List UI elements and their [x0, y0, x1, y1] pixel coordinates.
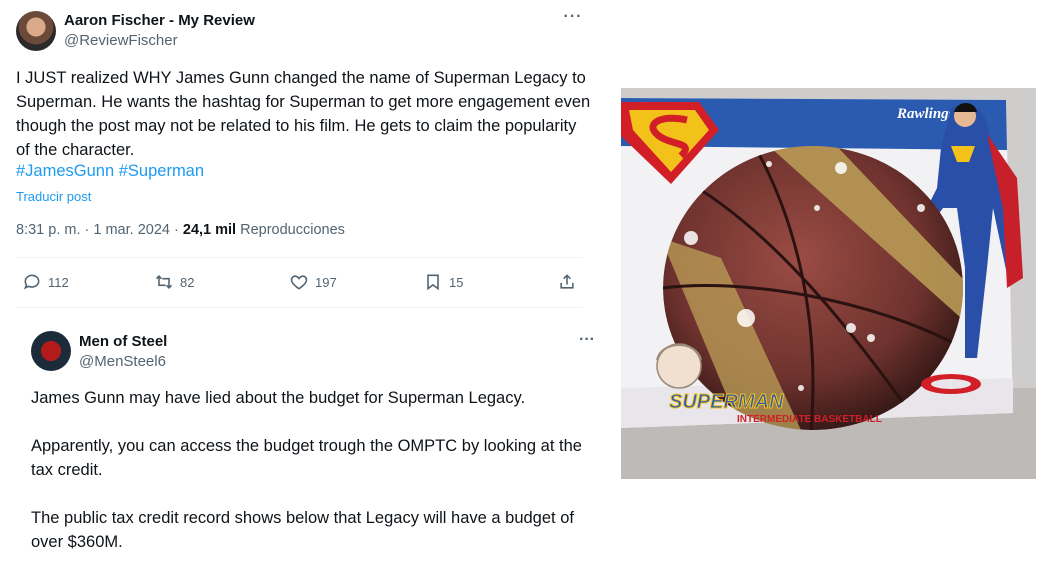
reply-author-handle[interactable]: @MenSteel6	[79, 353, 166, 370]
heart-icon	[290, 275, 308, 290]
author-name[interactable]: Aaron Fischer - My Review	[64, 12, 255, 29]
bookmark-icon	[427, 274, 439, 291]
reply-author-name[interactable]: Men of Steel	[79, 333, 167, 350]
tweet-photo[interactable]: Rawlings SUPERMAN INTERMEDIATE BASKETBAL…	[621, 88, 1036, 479]
like-button[interactable]: 197	[289, 268, 337, 296]
hashtag-link[interactable]: #Superman	[119, 162, 204, 180]
author-avatar[interactable]	[16, 11, 56, 51]
author-handle[interactable]: @ReviewFischer	[64, 32, 178, 49]
reply-author-avatar[interactable]	[31, 331, 71, 371]
views-count: 24,1 mil	[182, 222, 237, 238]
bookmark-count: 15	[449, 274, 464, 290]
meta-separator: ·	[84, 222, 90, 238]
views-label: Reproducciones	[240, 222, 345, 238]
translate-post-link[interactable]: Traducir post	[16, 189, 91, 204]
retweet-button[interactable]: 82	[154, 268, 194, 296]
brand-logo-text: Rawlings	[896, 106, 955, 122]
box-title-text: SUPERMAN	[669, 391, 784, 413]
tweet-metadata: 8:31 p. m. · 1 mar. 2024 · 24,1 mil Repr…	[16, 222, 345, 238]
kid-illustration	[656, 343, 702, 389]
divider	[16, 307, 583, 308]
share-button[interactable]	[557, 268, 577, 296]
basketball-box-image: Rawlings SUPERMAN INTERMEDIATE BASKETBAL…	[621, 88, 1036, 479]
retweet-count: 82	[180, 274, 195, 290]
share-icon	[560, 274, 574, 289]
bookmark-button[interactable]: 15	[423, 268, 463, 296]
tweet-hashtags: #JamesGunn #Superman	[16, 162, 204, 181]
reply-paragraph: The public tax credit record shows below…	[31, 509, 574, 551]
retweet-icon	[155, 275, 173, 289]
meta-separator: ·	[174, 222, 179, 238]
tweet-actions: 112 82 197 15	[0, 268, 600, 296]
ball-badge-inner	[931, 379, 971, 389]
tweet-date[interactable]: 1 mar. 2024	[93, 222, 170, 238]
reply-icon	[23, 274, 40, 290]
reply-count: 112	[48, 274, 69, 290]
box-product-text: INTERMEDIATE BASKETBALL	[737, 414, 882, 425]
like-count: 197	[315, 274, 337, 290]
reply-paragraph: James Gunn may have lied about the budge…	[31, 389, 526, 407]
more-options-button[interactable]: ···	[563, 9, 583, 30]
main-tweet: Aaron Fischer - My Review @ReviewFischer…	[0, 0, 600, 579]
divider	[16, 257, 583, 258]
tweet-time[interactable]: 8:31 p. m.	[16, 222, 80, 238]
reply-button[interactable]: 112	[22, 268, 69, 296]
tweet-text: I JUST realized WHY James Gunn changed t…	[16, 69, 591, 159]
reply-more-options-button[interactable]: ···	[577, 332, 597, 353]
hashtag-link[interactable]: #JamesGunn	[16, 162, 114, 180]
reply-paragraph: Apparently, you can access the budget tr…	[31, 437, 582, 479]
